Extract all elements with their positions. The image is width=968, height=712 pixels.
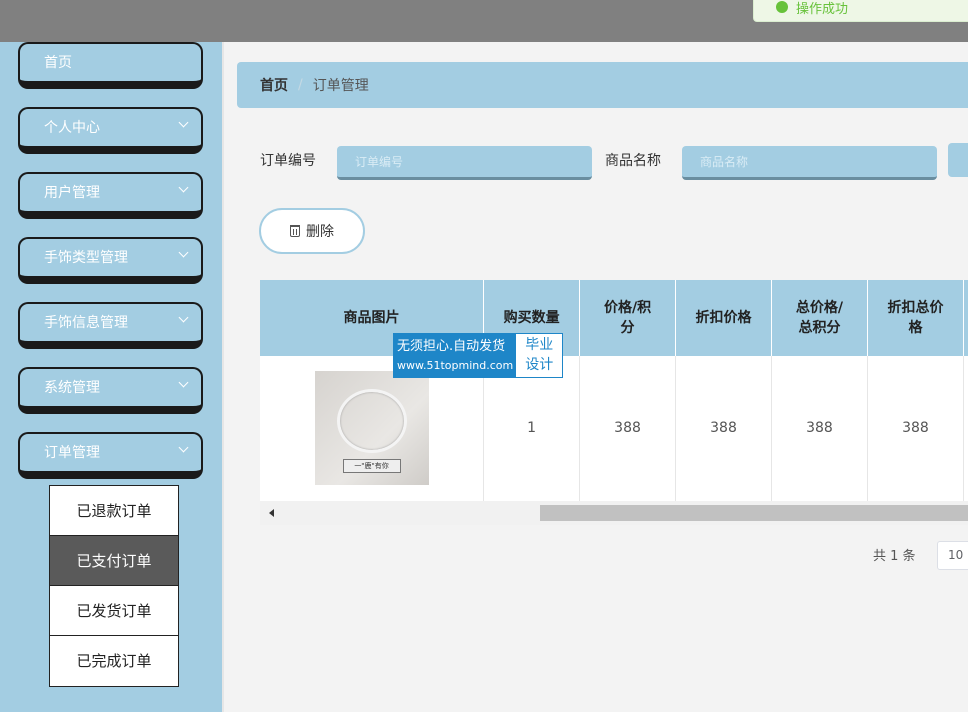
bracelet-photo (336, 389, 407, 454)
search-button[interactable] (948, 143, 968, 177)
discount-price-cell: 388 (675, 356, 772, 502)
sidebar-item-label: 个人中心 (44, 120, 100, 136)
sidebar-item-label: 手饰信息管理 (44, 315, 128, 331)
chevron-down-icon (178, 442, 189, 453)
page-size-select[interactable]: 10 (937, 541, 968, 570)
watermark-line2: www.51topmind.com (397, 359, 514, 372)
pagination-total: 共 1 条 (873, 549, 916, 564)
scrollbar-thumb[interactable] (540, 505, 968, 521)
sidebar-item-label: 手饰类型管理 (44, 250, 128, 266)
product-image-caption: 一"鹿"有你 (342, 459, 401, 474)
order-submenu: 已退款订单 已支付订单 已发货订单 已完成订单 (49, 485, 179, 687)
submenu-item-paid-orders[interactable]: 已支付订单 (50, 536, 178, 586)
payment-cell: 现 (963, 356, 968, 502)
orders-table: 商品图片 购买数量 价格/积分 折扣价格 总价格/总积分 折扣总价格 支付 一"… (260, 280, 968, 525)
order-number-input[interactable] (337, 146, 592, 180)
column-header: 折扣价格 (675, 280, 772, 356)
product-image[interactable]: 一"鹿"有你 (314, 371, 429, 486)
column-header: 支付 (963, 280, 968, 356)
delete-button[interactable]: 删除 (259, 208, 365, 254)
total-price-cell: 388 (771, 356, 868, 502)
watermark-badge: 无须担心.自动发货 www.51topmind.com 毕业 设计 (393, 333, 564, 378)
watermark-left: 无须担心.自动发货 www.51topmind.com (394, 334, 517, 377)
watermark-line1: 无须担心.自动发货 (397, 339, 506, 354)
watermark-right: 毕业 设计 (516, 334, 562, 377)
breadcrumb-current: 订单管理 (312, 78, 369, 94)
chevron-down-icon (178, 377, 189, 388)
sidebar-item-label: 用户管理 (44, 185, 100, 201)
success-toast: 操作成功 (753, 0, 968, 22)
product-name-input[interactable] (682, 146, 937, 180)
sidebar-item-personal-center[interactable]: 个人中心 (18, 107, 203, 154)
sidebar-divider (222, 42, 224, 712)
submenu-item-shipped-orders[interactable]: 已发货订单 (50, 586, 178, 636)
sidebar-item-jewelry-type-management[interactable]: 手饰类型管理 (18, 237, 203, 284)
delete-button-label: 删除 (306, 224, 334, 240)
product-name-label: 商品名称 (605, 153, 661, 169)
sidebar-item-system-management[interactable]: 系统管理 (18, 367, 203, 414)
scroll-left-arrow-icon[interactable] (269, 509, 274, 517)
column-header: 折扣总价格 (867, 280, 964, 356)
sidebar-item-label: 系统管理 (44, 380, 100, 396)
watermark-right-line2: 设计 (525, 357, 554, 373)
trash-icon (290, 225, 300, 237)
toast-message: 操作成功 (796, 1, 849, 17)
chevron-down-icon (178, 182, 189, 193)
sidebar-item-user-management[interactable]: 用户管理 (18, 172, 203, 219)
watermark-right-line1: 毕业 (525, 337, 554, 353)
success-icon (776, 1, 788, 13)
breadcrumb-home[interactable]: 首页 (260, 75, 288, 95)
price-cell: 388 (579, 356, 677, 502)
breadcrumb: 首页 / 订单管理 (237, 62, 968, 108)
column-header: 总价格/总积分 (771, 280, 868, 356)
discount-total-cell: 388 (867, 356, 964, 502)
chevron-down-icon (178, 117, 189, 128)
submenu-item-refunded-orders[interactable]: 已退款订单 (50, 486, 178, 536)
sidebar-item-label: 订单管理 (44, 445, 100, 461)
breadcrumb-separator: / (298, 77, 303, 93)
submenu-item-completed-orders[interactable]: 已完成订单 (50, 636, 178, 686)
sidebar-item-jewelry-info-management[interactable]: 手饰信息管理 (18, 302, 203, 349)
sidebar-item-label: 首页 (44, 55, 72, 71)
column-header: 价格/积分 (579, 280, 677, 356)
sidebar-item-home[interactable]: 首页 (18, 42, 203, 89)
order-number-label: 订单编号 (260, 153, 316, 169)
table-header-row: 商品图片 购买数量 价格/积分 折扣价格 总价格/总积分 折扣总价格 支付 (260, 280, 968, 356)
horizontal-scrollbar[interactable] (260, 501, 968, 525)
chevron-down-icon (178, 312, 189, 323)
sidebar-item-order-management[interactable]: 订单管理 (18, 432, 203, 479)
table-row[interactable]: 一"鹿"有你 1 388 388 388 388 现 (260, 356, 968, 502)
chevron-down-icon (178, 247, 189, 258)
